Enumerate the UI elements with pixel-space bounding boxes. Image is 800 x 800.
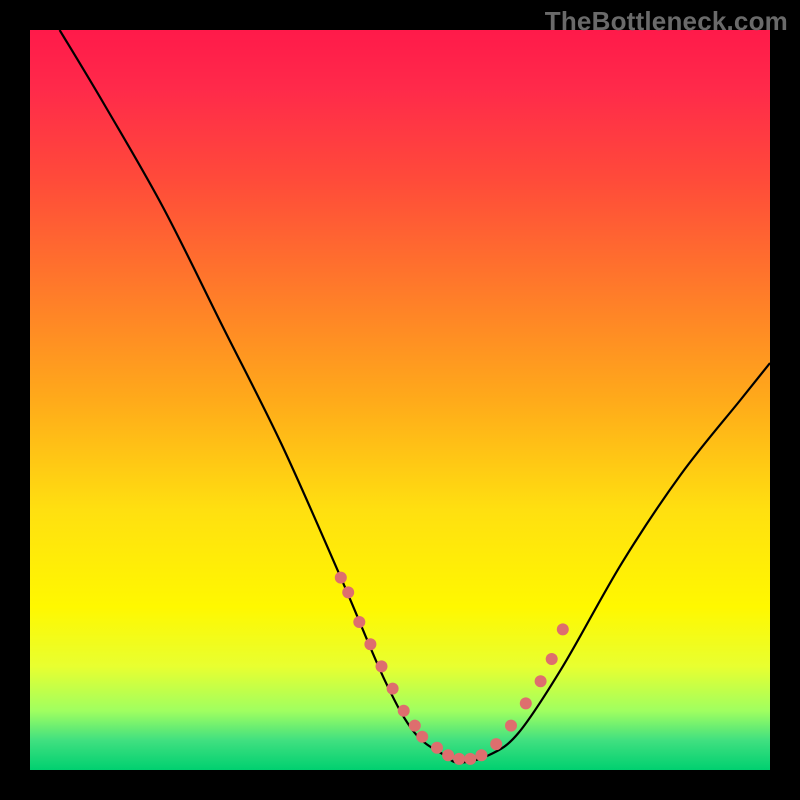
main-curve <box>60 30 770 763</box>
highlight-dot <box>376 660 388 672</box>
curve-path-group <box>60 30 770 763</box>
highlight-dot <box>431 742 443 754</box>
highlight-dot <box>505 720 517 732</box>
highlight-dots <box>335 572 569 765</box>
highlight-dot <box>387 683 399 695</box>
highlight-dot <box>335 572 347 584</box>
chart-frame: TheBottleneck.com <box>0 0 800 800</box>
highlight-dot <box>490 738 502 750</box>
highlight-dot <box>546 653 558 665</box>
highlight-dot <box>409 720 421 732</box>
highlight-dot <box>416 731 428 743</box>
highlight-dot <box>442 749 454 761</box>
highlight-dot <box>398 705 410 717</box>
chart-svg <box>30 30 770 770</box>
highlight-dot <box>353 616 365 628</box>
highlight-dot <box>364 638 376 650</box>
highlight-dot <box>342 586 354 598</box>
highlight-dot <box>557 623 569 635</box>
highlight-dot <box>475 749 487 761</box>
highlight-dot <box>453 753 465 765</box>
highlight-dot <box>535 675 547 687</box>
watermark-text: TheBottleneck.com <box>545 6 788 37</box>
highlight-dot <box>520 697 532 709</box>
plot-area <box>30 30 770 770</box>
highlight-dot <box>464 753 476 765</box>
